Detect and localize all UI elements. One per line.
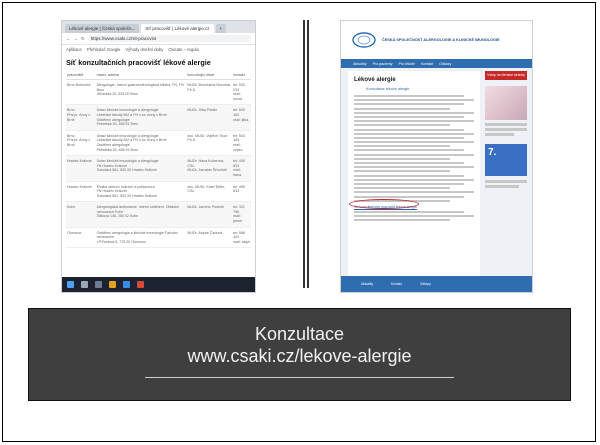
- table-cell: tel: 495 833 mail: hana.: [232, 155, 251, 182]
- footer-item: Aktuality: [361, 282, 374, 286]
- table-cell: Hradec Králové: [66, 155, 96, 182]
- table-cell: Ústav klinické imunologie a alergologie …: [95, 130, 187, 157]
- table-cell: Oddělení alergologie a klinické imunolog…: [95, 227, 187, 249]
- bookmark-item: Přehledač Google: [86, 47, 121, 52]
- table-cell: tel: 543 183 mail: vojtec: [232, 130, 251, 157]
- right-website-screenshot: ČESKÁ SPOLEČNOST ALERGOLOGIE A KLINICKÉ …: [340, 20, 533, 293]
- column-header: název, adresa: [95, 71, 187, 80]
- footer-item: Kontakt: [391, 282, 402, 286]
- start-icon: [67, 281, 74, 288]
- task-view-icon: [95, 281, 102, 288]
- sidebar-image: [485, 86, 527, 120]
- table-row: Kolín Alergologická ambulance, Interní od…: [66, 201, 251, 228]
- column-header: kontakt: [232, 71, 251, 80]
- article-text-lines: [354, 95, 474, 202]
- browser-tab-active: Síť pracovišť | Lékové alergie.cz: [141, 24, 214, 33]
- table-cell: Brno Bohunice: [66, 79, 96, 106]
- table-cell: Ústav klinické imunologie a alergologie …: [95, 104, 187, 131]
- url-field: https://www.csaki.cz/sit-pracovist: [87, 35, 251, 42]
- table-cell: doc. MUDr. Karel Ettler, CSc.: [186, 181, 233, 203]
- table-cell: MUDr. Bronislava Novotná, Ph.D.: [186, 79, 233, 106]
- site-footer: Aktuality Kontakt Odkazy: [341, 276, 532, 292]
- folder-icon: [109, 281, 116, 288]
- new-tab-button: +: [215, 24, 227, 33]
- table-cell: MUDr. Jaromír Poutník: [186, 201, 233, 228]
- nav-item: Pro lékaře: [398, 61, 415, 66]
- site-nav: Aktuality Pro pacienty Pro lékaře Kontak…: [341, 59, 532, 68]
- browser-tab-bar: Lékové alergie | Česká společn... Síť pr…: [62, 21, 255, 33]
- article-heading: Lékové alergie: [354, 77, 396, 83]
- left-page-content: Síť konzultačních pracovišť lékové alerg…: [62, 54, 255, 277]
- caption-underline: [145, 377, 454, 378]
- table-row: Brno Přís.pr. Anny v Brně Ústav klinické …: [66, 104, 251, 131]
- table-cell: tel: 321 756 mail: jarom: [232, 201, 251, 228]
- nav-item: Odkazy: [439, 61, 452, 66]
- members-button: Vstup na členské stránky: [485, 71, 527, 80]
- csaki-logo-icon: [352, 32, 376, 48]
- table-cell: tel: 588 443 mail: alojzi: [232, 227, 251, 249]
- bookmark-item: Výhody dnešní doby: [125, 47, 164, 52]
- table-cell: doc. MUDr. Vojtěch Thon, Ph.D.: [186, 130, 233, 157]
- windows-taskbar: [62, 277, 255, 292]
- back-icon: ←: [66, 36, 71, 41]
- table-cell: Ústav klinické imunologie a alergologie …: [95, 155, 187, 182]
- page-heading: Síť konzultačních pracovišť lékové alerg…: [66, 58, 211, 67]
- table-cell: Alergologie, Interní gastroenterologická…: [95, 79, 187, 106]
- table-cell: Brno Přís.pr. Anny v Brně: [66, 130, 96, 157]
- table-cell: tel: 495 833: [232, 181, 251, 203]
- browser-tab: Lékové alergie | Česká společn...: [65, 24, 140, 33]
- highlight-circle: [349, 199, 419, 209]
- org-name: ČESKÁ SPOLEČNOST ALERGOLOGIE A KLINICKÉ …: [382, 37, 500, 42]
- bookmark-item: Aplikace: [66, 47, 82, 52]
- column-header: konzultující lékař: [186, 71, 233, 80]
- caption-title: Konzultace: [254, 324, 345, 344]
- table-row: Brno Bohunice Alergologie, Interní gastro…: [66, 79, 251, 106]
- footer-item: Odkazy: [419, 282, 431, 286]
- table-cell: MUDr. Jitka Petáki: [186, 104, 233, 131]
- browser-icon: [123, 281, 130, 288]
- clinics-table: pracoviště název, adresa konzultující lé…: [66, 71, 251, 249]
- table-cell: Hradec Králové: [66, 181, 96, 203]
- article-subheading: Konzultace lékové alergie: [366, 87, 410, 91]
- table-cell: tel: 543 183 mail: jitka.: [232, 104, 251, 131]
- table-cell: Alergologická ambulance, Interní oddělen…: [95, 201, 187, 228]
- caption-url: www.csaki.cz/lekove-alergie: [187, 346, 412, 366]
- table-row: Brno Přís.pr. Anny v Brně Ústav klinické …: [66, 130, 251, 157]
- article-body: Lékové alergie Konzultace lékové alergie…: [348, 71, 480, 276]
- nav-item: Aktuality: [353, 61, 367, 66]
- table-cell: Brno Přís.pr. Anny v Brně: [66, 104, 96, 131]
- table-cell: tel: 532 233 mail: novot: [232, 79, 251, 106]
- slide: Lékové alergie | Česká společn... Síť pr…: [2, 2, 596, 442]
- nav-item: Kontakt: [420, 61, 434, 66]
- left-browser-screenshot: Lékové alergie | Česká společn... Síť pr…: [61, 20, 256, 293]
- table-cell: MUDr. Alojzie Čadová: [186, 227, 233, 249]
- nav-item: Pro pacienty: [372, 61, 393, 66]
- event-banner: 7.: [485, 144, 527, 176]
- address-bar: ← → ↻ https://www.csaki.cz/sit-pracovist: [62, 33, 255, 45]
- app-icon: [137, 281, 144, 288]
- column-header: pracoviště: [66, 71, 96, 80]
- caption-box: Konzultace www.csaki.cz/lekove-alergie: [28, 308, 571, 401]
- reload-icon: ↻: [81, 35, 85, 41]
- site-sidebar: Vstup na členské stránky 7.: [485, 71, 527, 276]
- search-icon: [81, 281, 88, 288]
- table-cell: Olomouc: [66, 227, 96, 249]
- table-row: Hradec Králové Klinika nemocí kožních a p…: [66, 181, 251, 203]
- vertical-divider: [303, 20, 309, 288]
- table-row: Olomouc Oddělení alergologie a klinické i…: [66, 227, 251, 249]
- table-cell: Kolín: [66, 201, 96, 228]
- table-cell: MUDr. Hana Kučerová, CSc. MUDr. Jaroslav…: [186, 155, 233, 182]
- forward-icon: →: [73, 36, 79, 41]
- table-cell: Klinika nemocí kožních a pohlavních FN H…: [95, 181, 187, 203]
- site-header: ČESKÁ SPOLEČNOST ALERGOLOGIE A KLINICKÉ …: [341, 21, 532, 59]
- table-row: Hradec Králové Ústav klinické imunologie …: [66, 155, 251, 182]
- bookmark-item: Oxicate – regula: [168, 47, 199, 52]
